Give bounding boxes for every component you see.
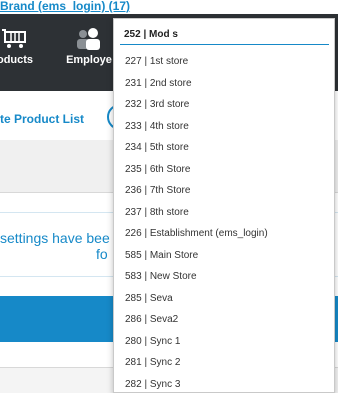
dropdown-option[interactable]: 227 | 1st store: [114, 51, 334, 73]
top-bar: Brand (ems_login) (17): [0, 0, 338, 14]
dropdown-options-list: 227 | 1st store 231 | 2nd store 232 | 3r…: [114, 51, 334, 393]
dropdown-option[interactable]: 583 | New Store: [114, 266, 334, 288]
dropdown-option[interactable]: 232 | 3rd store: [114, 94, 334, 116]
dropdown-option[interactable]: 234 | 5th store: [114, 137, 334, 159]
dropdown-option[interactable]: 226 | Establishment (ems_login): [114, 223, 334, 245]
dropdown-option[interactable]: 237 | 8th store: [114, 202, 334, 224]
nav-item-products[interactable]: oducts: [0, 28, 40, 66]
dropdown-option[interactable]: 233 | 4th store: [114, 116, 334, 138]
store-select-dropdown[interactable]: 252 | Mod s 227 | 1st store 231 | 2nd st…: [113, 18, 335, 393]
nav-item-employees[interactable]: Employe: [62, 28, 116, 66]
update-product-list-link[interactable]: te Product List: [0, 112, 84, 126]
dropdown-search-underline: [120, 44, 329, 45]
nav-label-products: oducts: [0, 54, 34, 66]
dropdown-selected-value[interactable]: 252 | Mod s: [124, 29, 178, 40]
dropdown-option[interactable]: 280 | Sync 1: [114, 331, 334, 353]
dropdown-option[interactable]: 285 | Seva: [114, 288, 334, 310]
dropdown-option[interactable]: 585 | Main Store: [114, 245, 334, 267]
dropdown-option[interactable]: 281 | Sync 2: [114, 352, 334, 374]
dropdown-option[interactable]: 282 | Sync 3: [114, 374, 334, 393]
dropdown-option[interactable]: 286 | Seva2: [114, 309, 334, 331]
dropdown-option[interactable]: 236 | 7th Store: [114, 180, 334, 202]
dropdown-option[interactable]: 235 | 6th Store: [114, 159, 334, 181]
dropdown-option[interactable]: 231 | 2nd store: [114, 73, 334, 95]
brand-link[interactable]: Brand (ems_login) (17): [0, 0, 130, 13]
alert-text-line1: settings have bee: [0, 230, 110, 246]
cart-icon: [2, 29, 26, 48]
alert-text-line2: fo: [96, 246, 108, 262]
nav-label-employees: Employe: [66, 54, 112, 66]
people-icon: [77, 28, 100, 50]
